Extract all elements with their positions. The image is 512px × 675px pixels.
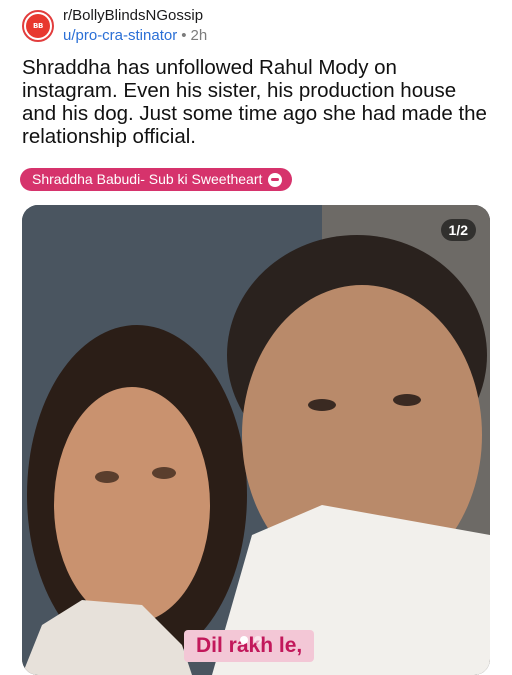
post-title[interactable]: Shraddha has unfollowed Rahul Mody on in… [22, 56, 492, 148]
image-caption-text: Dil rakh le, [184, 630, 315, 662]
post-header: BB r/BollyBlindsNGossip u/pro-cra-stinat… [22, 6, 207, 46]
post-meta: r/BollyBlindsNGossip u/pro-cra-stinator •… [63, 6, 207, 46]
byline: u/pro-cra-stinator • 2h [63, 26, 207, 46]
selfie-photo-placeholder [22, 205, 490, 675]
carousel-dots[interactable] [240, 636, 262, 644]
post-time: 2h [190, 27, 208, 44]
post-media-image[interactable]: 1/2 Dil rakh le, [22, 205, 490, 675]
flair-label: Shraddha Babudi- Sub ki Sweetheart [32, 171, 263, 187]
subreddit-link[interactable]: r/BollyBlindsNGossip [63, 6, 207, 26]
snoo-emoji-icon [268, 172, 283, 187]
image-counter: 1/2 [440, 219, 476, 241]
carousel-dot-2[interactable] [254, 636, 262, 644]
post-flair[interactable]: Shraddha Babudi- Sub ki Sweetheart [20, 168, 293, 191]
subreddit-logo: BB [26, 14, 50, 38]
author-link[interactable]: u/pro-cra-stinator [63, 27, 177, 44]
byline-separator: • [181, 27, 187, 44]
subreddit-avatar-icon[interactable]: BB [22, 10, 54, 42]
carousel-dot-1[interactable] [240, 636, 248, 644]
